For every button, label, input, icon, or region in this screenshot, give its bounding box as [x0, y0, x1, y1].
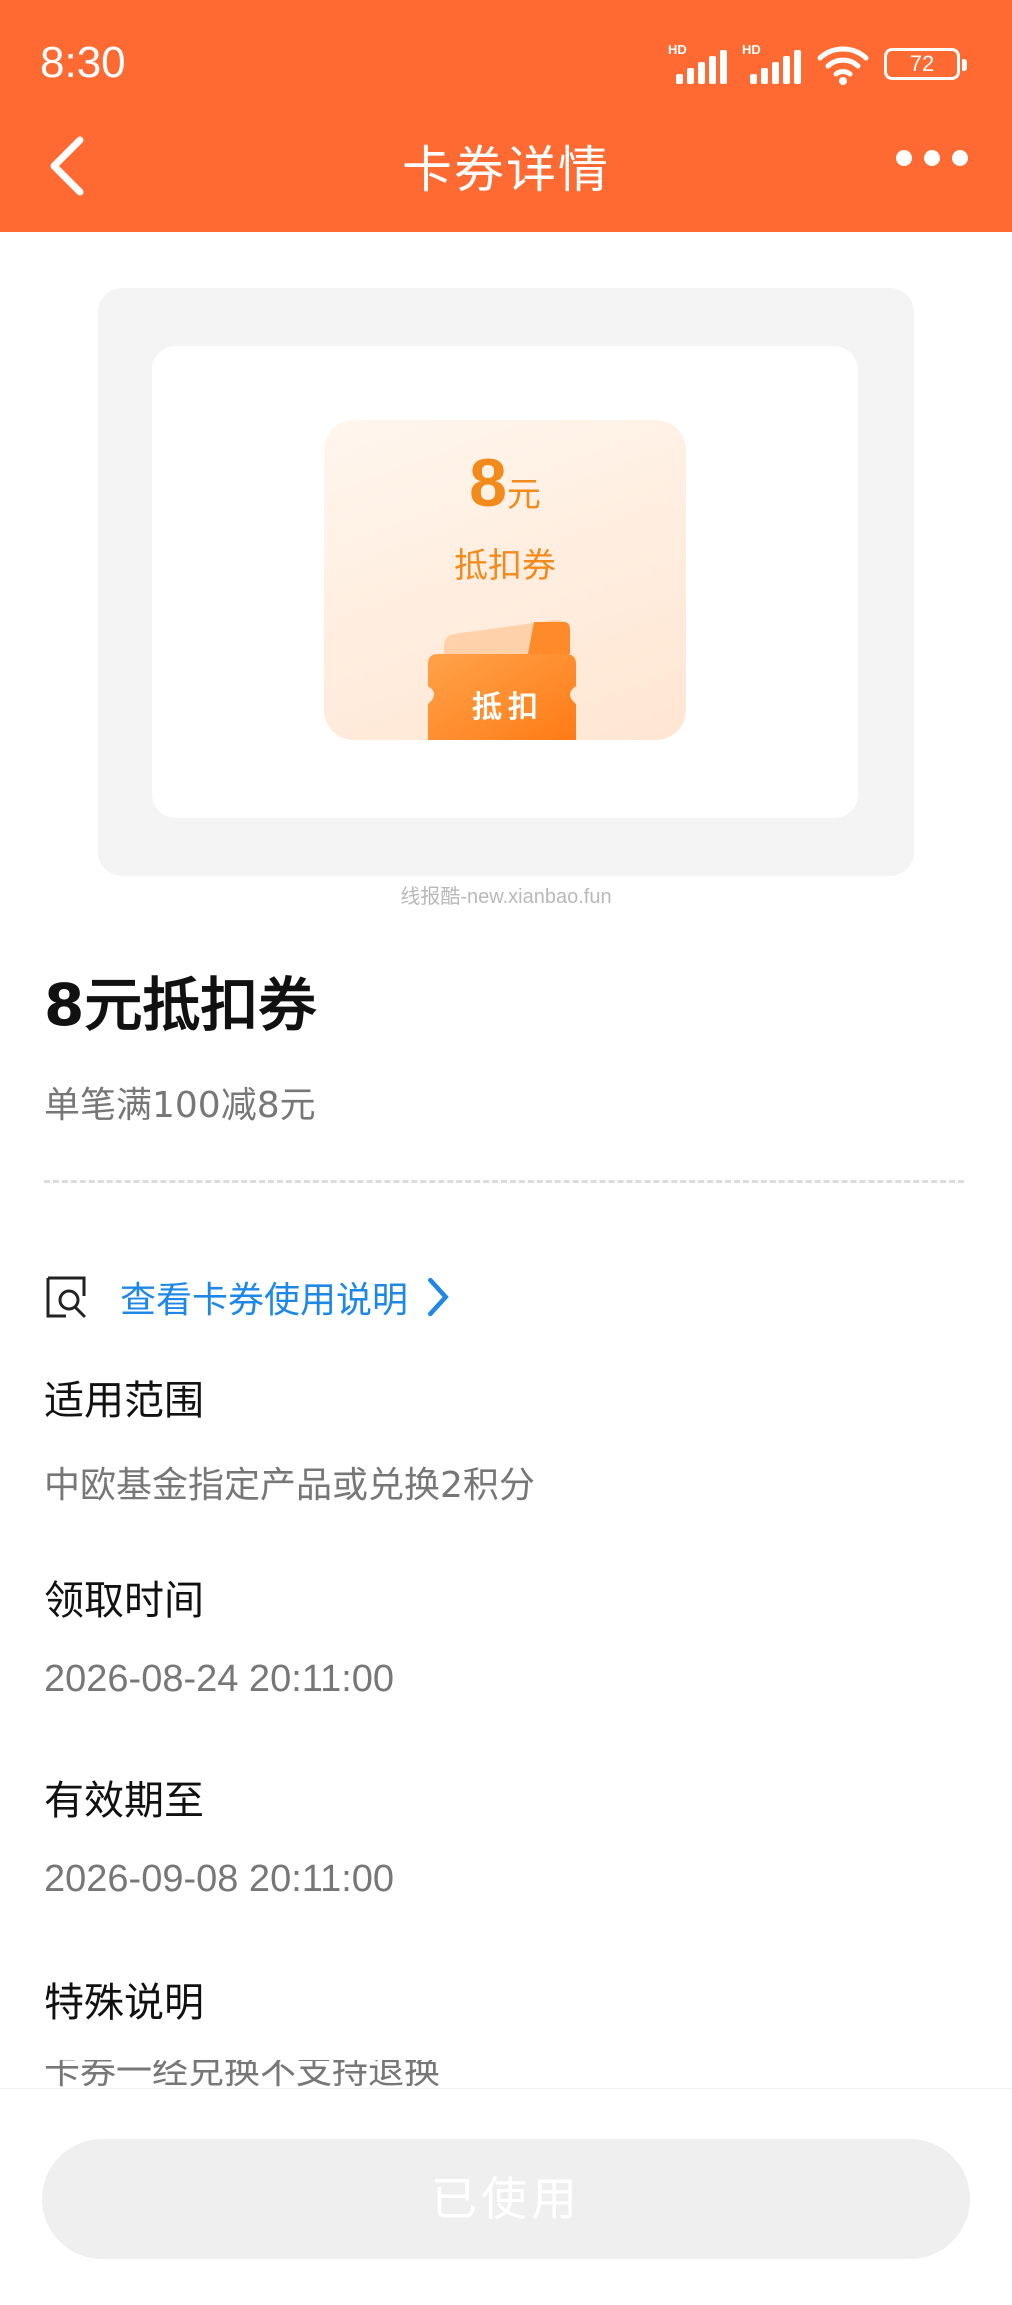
scope-label: 适用范围: [44, 1378, 204, 1424]
special-note-value-clipped: 卡券一经兑换不支持退换: [44, 2060, 964, 2090]
watermark-text: 线报酷-new.xianbao.fun: [400, 886, 612, 908]
coupon-amount-number: 8: [469, 445, 507, 521]
bottom-bar: 已使用: [0, 2088, 1012, 2305]
search-document-icon: [46, 1276, 86, 1318]
usage-guide-text[interactable]: 查看卡券使用说明: [120, 1271, 408, 1323]
ticket-label: 抵扣: [472, 690, 544, 725]
expire-time-label: 有效期至: [44, 1778, 204, 1824]
wifi-icon: [817, 46, 869, 85]
expire-time-value: 2026-09-08 20:11:00: [44, 1858, 395, 1900]
scope-value: 中欧基金指定产品或兑换2积分: [44, 1465, 535, 1506]
status-icons: HD HD 72: [668, 40, 967, 88]
header: 8:30 HD HD 72 卡券详情: [0, 0, 1012, 232]
status-bar: 8:30 HD HD 72: [0, 0, 1012, 120]
cellular-signal-icon: HD: [668, 42, 728, 86]
coupon-image-panel: 8元 抵扣券 抵扣: [152, 346, 858, 818]
coupon-image-frame: 8元 抵扣券 抵扣: [98, 288, 914, 876]
special-note-label: 特殊说明: [44, 1980, 204, 2026]
coupon-title: 8元抵扣券: [44, 971, 317, 1039]
cellular-signal-icon-2: HD: [742, 42, 802, 86]
status-time: 8:30: [40, 38, 126, 87]
chevron-right-icon: [428, 1277, 449, 1317]
receive-time-value: 2026-08-24 20:11:00: [44, 1658, 395, 1700]
page-title: 卡券详情: [402, 141, 610, 199]
coupon-card: 8元 抵扣券 抵扣: [324, 420, 686, 740]
more-options-icon[interactable]: [896, 150, 968, 166]
coupon-amount-unit: 元: [506, 475, 541, 515]
battery-icon: 72: [884, 48, 967, 80]
battery-level: 72: [909, 51, 935, 76]
nav-bar: 卡券详情: [0, 120, 1012, 232]
receive-time-label: 领取时间: [44, 1578, 204, 1624]
coupon-type-label: 抵扣券: [454, 546, 556, 586]
special-note-value: 卡券一经兑换不支持退换: [44, 2060, 441, 2090]
used-button[interactable]: 已使用: [42, 2139, 970, 2259]
dashed-divider: [44, 1180, 964, 1183]
coupon-subtitle: 单笔满100减8元: [44, 1085, 316, 1126]
usage-guide-link[interactable]: 查看卡券使用说明: [44, 1272, 460, 1322]
coupon-amount: 8元: [324, 444, 686, 522]
